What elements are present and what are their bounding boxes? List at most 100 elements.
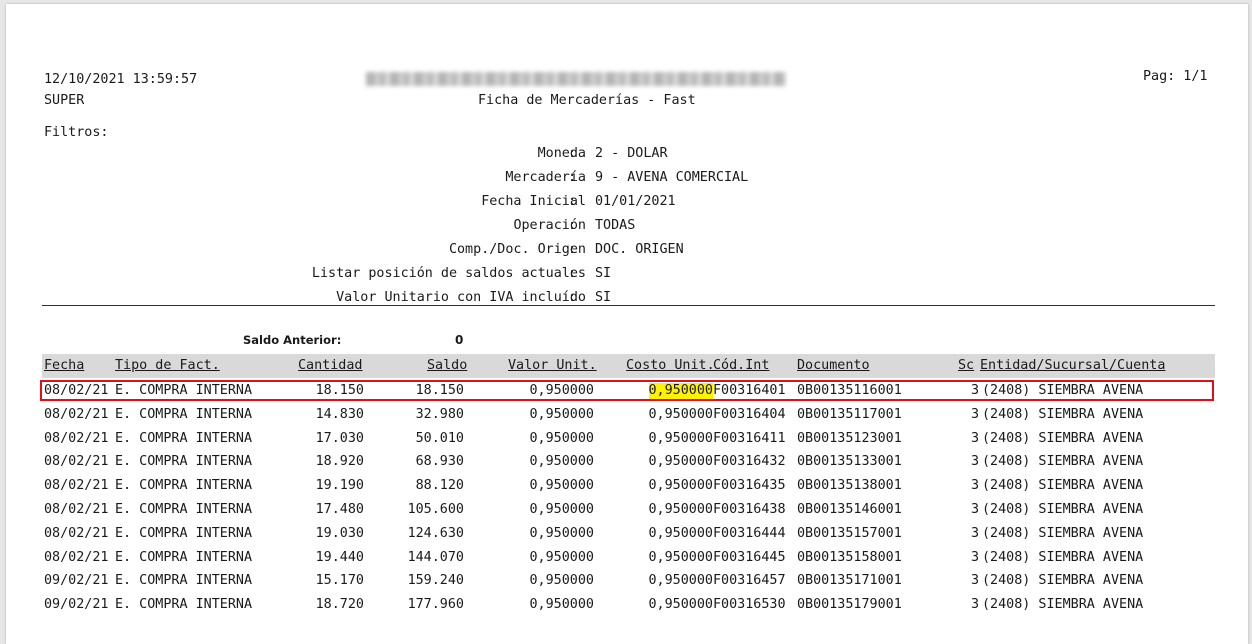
table-row[interactable]: 08/02/21 E. COMPRA INTERNA 18.920 68.930 0,9… <box>42 450 1215 474</box>
col-cantidad[interactable]: Cantidad <box>298 358 363 374</box>
filter-row: Comp./Doc. Origen: DOC. ORIGEN <box>6 238 1248 262</box>
table-row[interactable]: 08/02/21 E. COMPRA INTERNA 17.480 105.600 0,… <box>42 498 1215 522</box>
col-costo-unit[interactable]: Costo Unit. <box>626 358 715 374</box>
cell-cantidad: 19.190 <box>315 478 364 494</box>
cell-saldo: 105.600 <box>407 502 464 517</box>
cell-cod-int: F00316457 <box>713 573 786 589</box>
filter-separator: : <box>568 218 577 233</box>
cell-valor-unit: 0,950000 <box>529 549 595 565</box>
report-page: 12/10/2021 13:59:57 SUPER Ficha de Merca… <box>6 4 1248 644</box>
cell-cod-int: F00316445 <box>713 549 786 565</box>
cell-tipo-fact: E. COMPRA INTERNA <box>115 478 253 494</box>
cell-tipo-fact: E. COMPRA INTERNA <box>115 430 253 446</box>
filter-row: Operación: TODAS <box>6 214 1248 238</box>
cell-sc: 3 <box>970 478 979 494</box>
cell-costo-unit: 0,950000 <box>648 406 714 422</box>
cell-valor-unit: 0,950000 <box>529 573 595 589</box>
cell-entidad: (2408) SIEMBRA AVENA <box>982 502 1144 517</box>
col-sc[interactable]: Sc <box>958 358 974 374</box>
cell-sc: 3 <box>970 573 979 589</box>
cell-fecha: 08/02/21 <box>44 454 109 470</box>
col-saldo[interactable]: Saldo <box>427 358 467 374</box>
cell-tipo-fact: E. COMPRA INTERNA <box>115 502 253 517</box>
table-row[interactable]: 09/02/21 E. COMPRA INTERNA 18.720 177.960 0,… <box>42 593 1215 617</box>
cell-fecha: 08/02/21 <box>44 549 109 565</box>
cell-fecha: 08/02/21 <box>44 430 109 446</box>
saldo-anterior-value: 0 <box>455 333 464 347</box>
table-row[interactable]: 08/02/21 E. COMPRA INTERNA 17.030 50.010 0,9… <box>42 427 1215 451</box>
filter-row: Listar posición de saldos actuales: SI <box>6 262 1248 286</box>
cell-entidad: (2408) SIEMBRA AVENA <box>982 478 1144 494</box>
table-row[interactable]: 08/02/21 E. COMPRA INTERNA 19.190 88.120 0,9… <box>42 474 1215 498</box>
filter-row: Moneda: 2 - DOLAR <box>6 142 1248 166</box>
table-row[interactable]: 09/02/21 E. COMPRA INTERNA 15.170 159.240 0,… <box>42 569 1215 593</box>
cell-fecha: 09/02/21 <box>44 597 109 613</box>
table-row[interactable]: 08/02/21 E. COMPRA INTERNA 19.030 124.630 0,… <box>42 522 1215 546</box>
cell-cod-int: F00316432 <box>713 454 786 470</box>
filter-separator: : <box>568 194 577 209</box>
cell-cantidad: 18.720 <box>315 597 364 613</box>
cell-costo-unit: 0,950000 <box>648 478 714 494</box>
cell-cantidad: 17.480 <box>315 502 364 517</box>
cell-saldo: 124.630 <box>407 525 464 541</box>
filter-value: DOC. ORIGEN <box>595 242 684 257</box>
cell-costo-unit: 0,950000 <box>648 454 714 470</box>
filter-separator: : <box>568 170 577 185</box>
cell-documento: 0B00135138001 <box>797 478 902 494</box>
cell-documento: 0B00135133001 <box>797 454 902 470</box>
cell-costo-unit: 0,950000 <box>648 597 714 613</box>
filter-value: 2 - DOLAR <box>595 146 668 161</box>
filter-value: SI <box>595 266 612 281</box>
cell-sc: 3 <box>970 502 979 517</box>
cell-cod-int: F00316435 <box>713 478 786 494</box>
cell-saldo: 32.980 <box>415 406 464 422</box>
cell-valor-unit: 0,950000 <box>529 454 595 470</box>
cell-sc: 3 <box>970 525 979 541</box>
col-entidad[interactable]: Entidad/Sucursal/Cuenta <box>980 358 1165 374</box>
cell-tipo-fact: E. COMPRA INTERNA <box>115 454 253 470</box>
cell-entidad: (2408) SIEMBRA AVENA <box>982 573 1144 589</box>
col-cod-int[interactable]: Cód.Int <box>713 358 769 374</box>
filter-value: TODAS <box>595 218 636 233</box>
filter-value: 01/01/2021 <box>595 194 676 209</box>
cell-documento: 0B00135146001 <box>797 502 902 517</box>
cell-tipo-fact: E. COMPRA INTERNA <box>115 573 253 589</box>
cell-entidad: (2408) SIEMBRA AVENA <box>982 430 1144 446</box>
col-tipo-fact[interactable]: Tipo de Fact. <box>115 358 220 374</box>
cell-cantidad: 14.830 <box>315 406 364 422</box>
cell-documento: 0B00135179001 <box>797 597 902 613</box>
cell-cantidad: 18.920 <box>315 454 364 470</box>
table-row[interactable]: 08/02/21 E. COMPRA INTERNA 19.440 144.070 0,… <box>42 546 1215 570</box>
report-title: Ficha de Mercaderías - Fast <box>478 93 696 108</box>
cell-costo-unit: 0,950000 <box>648 430 714 446</box>
filter-separator: : <box>568 242 577 257</box>
cell-fecha: 08/02/21 <box>44 525 109 541</box>
cell-tipo-fact: E. COMPRA INTERNA <box>115 549 253 565</box>
filter-separator: : <box>568 290 577 305</box>
cell-saldo: 159.240 <box>407 573 464 589</box>
cell-fecha: 09/02/21 <box>44 573 109 589</box>
cell-fecha: 08/02/21 <box>44 502 109 517</box>
cell-documento: 0B00135123001 <box>797 430 902 446</box>
filter-separator: : <box>568 146 577 161</box>
filter-separator: : <box>568 266 577 281</box>
cell-valor-unit: 0,950000 <box>529 478 595 494</box>
cell-cantidad: 17.030 <box>315 430 364 446</box>
cell-sc: 3 <box>970 430 979 446</box>
cell-costo-unit: 0,950000 <box>648 573 714 589</box>
cell-valor-unit: 0,950000 <box>529 406 595 422</box>
col-fecha[interactable]: Fecha <box>44 358 84 374</box>
divider <box>42 305 1215 306</box>
col-documento[interactable]: Documento <box>797 358 870 374</box>
cell-cod-int: F00316530 <box>713 597 786 613</box>
cell-costo-unit: 0,950000 <box>648 549 714 565</box>
cell-sc: 3 <box>970 454 979 470</box>
filters-label: Filtros: <box>44 125 109 140</box>
cell-sc: 3 <box>970 597 979 613</box>
cell-saldo: 144.070 <box>407 549 464 565</box>
col-valor-unit[interactable]: Valor Unit. <box>508 358 597 374</box>
cell-saldo: 88.120 <box>415 478 464 494</box>
cell-saldo: 177.960 <box>407 597 464 613</box>
filter-row: Fecha Inicial:01/01/2021 <box>6 190 1248 214</box>
table-row[interactable]: 08/02/21 E. COMPRA INTERNA 14.830 32.980 0,9… <box>42 403 1215 427</box>
